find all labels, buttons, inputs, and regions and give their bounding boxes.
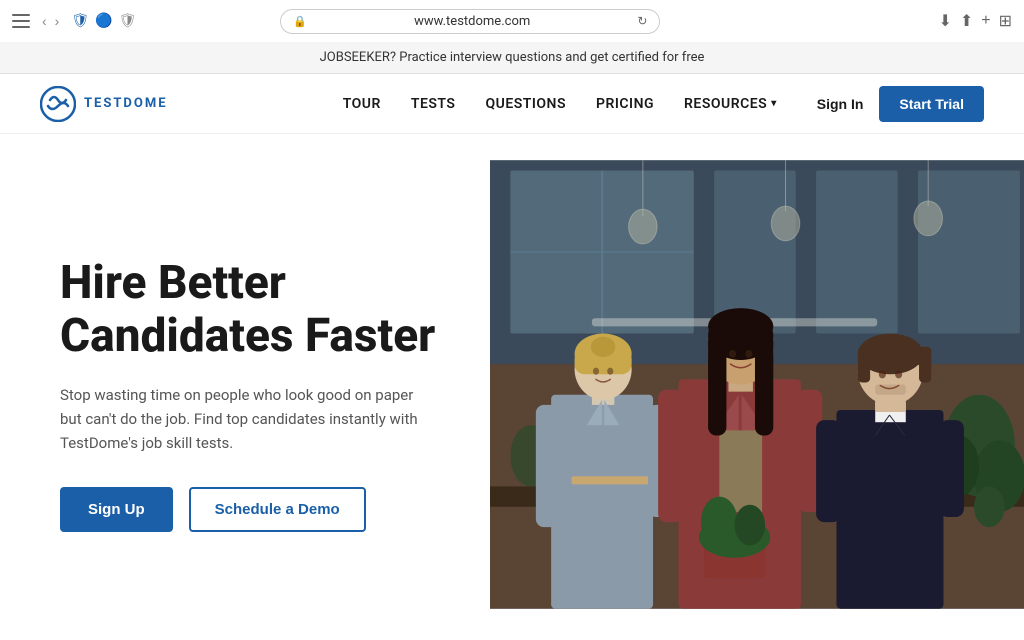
nav-questions[interactable]: QUESTIONS [485,96,566,112]
nav-tests[interactable]: TESTS [411,96,456,112]
main-nav: TESTDOME TOUR TESTS QUESTIONS PRICING RE… [0,74,1024,134]
logo[interactable]: TESTDOME [40,86,168,122]
hero-heading-line2: Candidates Faster [60,309,435,363]
logo-icon [40,86,76,122]
logo-text: TESTDOME [84,96,168,111]
tracker-icon: 🛡 [119,13,137,29]
nav-links: TOUR TESTS QUESTIONS PRICING RESOURCES ▾ [343,96,777,112]
hero-subtext: Stop wasting time on people who look goo… [60,383,420,455]
signup-button[interactable]: Sign Up [60,487,173,532]
download-btn[interactable]: ⬇ [938,11,951,31]
hero-section: Hire Better Candidates Faster Stop wasti… [0,134,1024,635]
share-btn[interactable]: ⬆ [960,11,973,31]
nav-auth: Sign In Start Trial [817,86,984,122]
announcement-text: JOBSEEKER? Practice interview questions … [320,50,705,65]
start-trial-button[interactable]: Start Trial [879,86,984,122]
nav-resources[interactable]: RESOURCES ▾ [684,96,777,112]
browser-chrome: ‹ › 🛡 🔵 🛡 🔒 www.testdome.com ↻ ⬇ ⬆ + ⊞ [0,0,1024,42]
lock-icon: 🔒 [293,15,307,28]
hero-left: Hire Better Candidates Faster Stop wasti… [0,134,490,635]
schedule-demo-button[interactable]: Schedule a Demo [189,487,366,532]
address-bar[interactable]: 🔒 www.testdome.com ↻ [280,9,660,34]
nav-pricing[interactable]: PRICING [596,96,654,112]
forward-btn[interactable]: › [53,13,62,29]
back-btn[interactable]: ‹ [40,13,49,29]
nav-tour[interactable]: TOUR [343,96,381,112]
new-tab-btn[interactable]: + [981,12,990,30]
sidebar-toggle-btn[interactable] [12,14,30,28]
announcement-bar: JOBSEEKER? Practice interview questions … [0,42,1024,74]
url-text: www.testdome.com [313,14,631,29]
resources-label: RESOURCES [684,96,767,112]
hero-image [490,134,1024,635]
hero-cta: Sign Up Schedule a Demo [60,487,450,532]
chevron-down-icon: ▾ [771,98,777,109]
grid-btn[interactable]: ⊞ [999,11,1012,31]
privacy-icon: 🔵 [95,13,112,29]
refresh-btn[interactable]: ↻ [637,14,647,28]
hero-right [490,134,1024,635]
hero-heading: Hire Better Candidates Faster [60,257,450,363]
sign-in-button[interactable]: Sign In [817,96,864,112]
hero-heading-line1: Hire Better [60,256,286,310]
shield-icon: 🛡 [71,13,89,29]
